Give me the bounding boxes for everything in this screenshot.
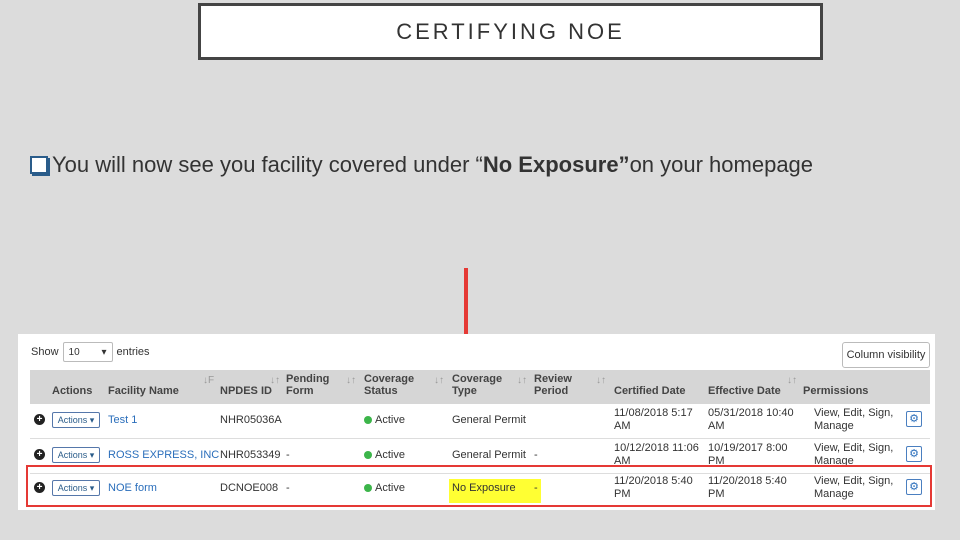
table-row: + Actions ▾ Test 1 NHR05036A Active Gene… (30, 404, 930, 439)
header-review-period[interactable]: Review Period (534, 373, 572, 397)
certified-date-line1: 10/12/2018 11:06 (614, 442, 699, 454)
entries-value: 10 (68, 346, 80, 358)
facility-name-link[interactable]: ROSS EXPRESS, INC (108, 449, 219, 462)
header-coverage-type-line1: Coverage (452, 373, 503, 385)
review-period: - (534, 449, 538, 461)
actions-label: Actions (57, 450, 88, 460)
entries-select[interactable]: 10 ▾ (62, 342, 113, 362)
bullet-text-pre: You will now see you facility covered un… (52, 152, 483, 177)
permissions-line1: View, Edit, Sign, (814, 442, 894, 454)
coverage-status: Active (364, 414, 405, 427)
header-actions[interactable]: Actions (52, 385, 92, 397)
sort-icon[interactable]: ↓↑ (346, 375, 356, 386)
effective-date-line1: 10/19/2017 8:00 (708, 442, 788, 454)
facility-table-screenshot: Show 10 ▾ entries Column visibility Acti… (18, 334, 935, 510)
bullet-text-bold: No Exposure” (482, 152, 630, 177)
coverage-type: General Permit (452, 449, 526, 461)
sort-icon[interactable]: ↓↑ (596, 375, 606, 386)
checkbox-bullet-icon (30, 156, 48, 174)
actions-label: Actions (57, 415, 88, 425)
sort-icon[interactable]: ↓↑ (517, 375, 527, 386)
permissions-line2: Manage (814, 420, 854, 432)
header-review-period-line1: Review (534, 373, 572, 385)
expand-plus-icon[interactable]: + (34, 414, 45, 425)
show-label: Show (31, 346, 59, 358)
table-header: Actions Facility Name ↓F NPDES ID ↓↑ Pen… (30, 370, 930, 404)
entries-control: Show 10 ▾ entries (31, 342, 150, 362)
header-review-period-line2: Period (534, 385, 569, 397)
header-facility-name[interactable]: Facility Name (108, 385, 179, 397)
status-dot-icon (364, 416, 372, 424)
bullet-text-post: on your homepage (629, 152, 814, 177)
highlight-outline (26, 465, 932, 507)
certified-date-line2: AM (614, 420, 631, 432)
npdes-id: NHR053349 (220, 449, 281, 461)
certified-date: 11/08/2018 5:17 AM (614, 407, 693, 433)
effective-date: 05/31/2018 10:40 AM (708, 407, 794, 433)
actions-dropdown-button[interactable]: Actions ▾ (52, 412, 100, 428)
header-pending-form-line1: Pending (286, 373, 330, 385)
header-coverage-status-line2: Status (364, 385, 398, 397)
effective-date-line2: AM (708, 420, 725, 432)
effective-date-line1: 05/31/2018 10:40 (708, 407, 794, 419)
coverage-status: Active (364, 449, 405, 462)
sort-icon[interactable]: ↓↑ (270, 375, 280, 386)
coverage-status-text: Active (375, 449, 405, 461)
sort-icon[interactable]: ↓F (203, 375, 214, 386)
header-coverage-status-line1: Coverage (364, 373, 415, 385)
dropdown-caret-icon: ▾ (89, 414, 95, 425)
dropdown-caret-icon: ▾ (89, 449, 95, 460)
facility-name-link[interactable]: Test 1 (108, 414, 137, 427)
gear-icon[interactable]: ⚙ (906, 446, 922, 462)
slide-title: CERTIFYING NOE (198, 3, 823, 60)
header-certified-date[interactable]: Certified Date (614, 385, 686, 397)
permissions: View, Edit, Sign, Manage (814, 407, 893, 433)
actions-dropdown-button[interactable]: Actions ▾ (52, 447, 100, 463)
header-pending-form[interactable]: Pending Form (286, 373, 329, 397)
pending-form: - (286, 449, 290, 461)
entries-label: entries (116, 346, 150, 358)
gear-icon[interactable]: ⚙ (906, 411, 922, 427)
header-coverage-status[interactable]: Coverage Status (364, 373, 414, 397)
column-visibility-button[interactable]: Column visibility (842, 342, 930, 368)
header-pending-form-line2: Form (286, 385, 314, 397)
status-dot-icon (364, 451, 372, 459)
header-coverage-type[interactable]: Coverage Type (452, 373, 502, 397)
permissions-line1: View, Edit, Sign, (814, 407, 894, 419)
header-effective-date[interactable]: Effective Date (708, 385, 781, 397)
header-coverage-type-line2: Type (452, 385, 477, 397)
chevron-down-icon: ▾ (101, 346, 107, 358)
coverage-type: General Permit (452, 414, 526, 426)
npdes-id: NHR05036A (220, 414, 282, 426)
sort-icon[interactable]: ↓↑ (434, 375, 444, 386)
header-npdes-id[interactable]: NPDES ID (220, 385, 272, 397)
coverage-status-text: Active (375, 414, 405, 426)
expand-plus-icon[interactable]: + (34, 449, 45, 460)
header-permissions[interactable]: Permissions (803, 385, 868, 397)
certified-date-line1: 11/08/2018 5:17 (614, 407, 693, 419)
bullet-line: You will now see you facility covered un… (30, 152, 813, 178)
sort-icon[interactable]: ↓↑ (787, 375, 797, 386)
